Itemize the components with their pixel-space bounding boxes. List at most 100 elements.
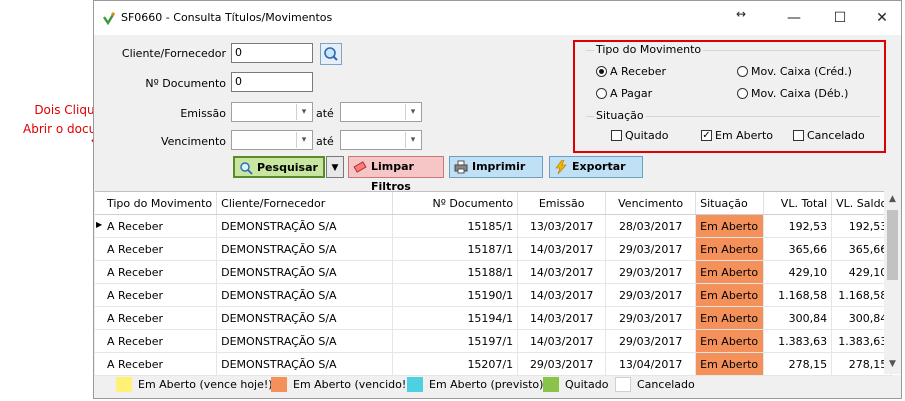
table-row[interactable]: A Receber DEMONSTRAÇÃO S/A 15190/1 14/03/20… bbox=[95, 283, 893, 307]
quitado-label: Quitado bbox=[625, 129, 669, 142]
em-aberto-label: Em Aberto bbox=[715, 129, 774, 142]
cell-tipo: A Receber bbox=[95, 260, 218, 284]
table-row[interactable]: A Receber DEMONSTRAÇÃO S/A 15185/1 13/03/20… bbox=[95, 214, 893, 238]
vencimento-to-select[interactable]: ▾ bbox=[340, 130, 422, 150]
results-table: Tipo do Movimento Cliente/Fornecedor Nº … bbox=[95, 192, 893, 376]
col-tipo-movimento[interactable]: Tipo do Movimento bbox=[95, 192, 218, 215]
pesquisar-dropdown-button[interactable]: ▼ bbox=[326, 156, 344, 178]
legend-swatch bbox=[615, 377, 631, 392]
mov-caixa-deb-label: Mov. Caixa (Déb.) bbox=[751, 87, 849, 100]
cell-tipo: A Receber bbox=[95, 214, 218, 238]
cell-documento: 15190/1 bbox=[392, 283, 519, 307]
resize-icon[interactable]: ↔ bbox=[721, 1, 761, 35]
imprimir-label: Imprimir bbox=[472, 160, 526, 173]
col-vl-total[interactable]: VL. Total bbox=[763, 192, 833, 215]
col-emissao[interactable]: Emissão bbox=[517, 192, 607, 215]
limpar-filtros-label: Limpar Filtros bbox=[371, 160, 414, 193]
cell-vencimento: 29/03/2017 bbox=[605, 306, 697, 330]
col-vencimento[interactable]: Vencimento bbox=[605, 192, 697, 215]
imprimir-button[interactable]: Imprimir bbox=[449, 156, 543, 178]
a-receber-label: A Receber bbox=[610, 65, 667, 78]
scroll-thumb[interactable] bbox=[887, 210, 898, 280]
legend-label: Cancelado bbox=[637, 378, 695, 391]
cell-emissao: 14/03/2017 bbox=[517, 329, 607, 353]
pesquisar-label: Pesquisar bbox=[257, 161, 318, 174]
situacao-title: Situação bbox=[594, 109, 646, 122]
emissao-to-select[interactable]: ▾ bbox=[340, 102, 422, 122]
exportar-label: Exportar bbox=[572, 160, 626, 173]
table-row[interactable]: A Receber DEMONSTRAÇÃO S/A 15187/1 14/03/20… bbox=[95, 237, 893, 261]
cell-documento: 15188/1 bbox=[392, 260, 519, 284]
close-button[interactable]: ✕ bbox=[862, 1, 902, 35]
pesquisar-button[interactable]: Pesquisar bbox=[233, 156, 325, 178]
grid-vertical-scrollbar[interactable]: ▲ ▼ bbox=[884, 191, 901, 374]
legend-label: Em Aberto (vencido!) bbox=[293, 378, 411, 391]
emissao-from-select[interactable]: ▾ bbox=[231, 102, 313, 122]
cell-situacao: Em Aberto bbox=[695, 260, 765, 284]
cell-cliente: DEMONSTRAÇÃO S/A bbox=[216, 352, 394, 376]
cell-vl-saldo: 1.383,63 bbox=[831, 329, 893, 353]
cell-documento: 15185/1 bbox=[392, 214, 519, 238]
legend-swatch bbox=[407, 377, 423, 392]
emissao-ate-label: até bbox=[316, 107, 334, 120]
a-pagar-label: A Pagar bbox=[610, 87, 653, 100]
radio-mov-caixa-deb[interactable] bbox=[737, 88, 748, 99]
col-vl-saldo[interactable]: VL. Saldo bbox=[831, 192, 893, 215]
cell-vl-total: 429,10 bbox=[763, 260, 833, 284]
cliente-search-button[interactable] bbox=[320, 43, 342, 65]
search-icon bbox=[240, 162, 253, 175]
cell-vencimento: 29/03/2017 bbox=[605, 329, 697, 353]
minimize-button[interactable]: — bbox=[774, 1, 814, 35]
checkbox-quitado[interactable] bbox=[611, 130, 622, 141]
cell-situacao: Em Aberto bbox=[695, 237, 765, 261]
scroll-down-icon[interactable]: ▼ bbox=[884, 356, 901, 373]
checkbox-em-aberto[interactable]: ✓ bbox=[701, 130, 712, 141]
cell-tipo: A Receber bbox=[95, 283, 218, 307]
legend-label: Em Aberto (vence hoje!) bbox=[138, 378, 273, 391]
cell-documento: 15194/1 bbox=[392, 306, 519, 330]
cell-vl-saldo: 192,53 bbox=[831, 214, 893, 238]
cell-cliente: DEMONSTRAÇÃO S/A bbox=[216, 283, 394, 307]
cell-emissao: 13/03/2017 bbox=[517, 214, 607, 238]
documento-input[interactable]: 0 bbox=[231, 72, 313, 92]
cell-cliente: DEMONSTRAÇÃO S/A bbox=[216, 260, 394, 284]
exportar-button[interactable]: Exportar bbox=[549, 156, 643, 178]
radio-a-pagar[interactable] bbox=[596, 88, 607, 99]
cell-vencimento: 29/03/2017 bbox=[605, 283, 697, 307]
table-row[interactable]: A Receber DEMONSTRAÇÃO S/A 15207/1 29/03/20… bbox=[95, 352, 893, 376]
maximize-button[interactable]: ☐ bbox=[820, 1, 860, 35]
radio-a-receber[interactable] bbox=[596, 66, 607, 77]
cell-vl-saldo: 365,66 bbox=[831, 237, 893, 261]
limpar-filtros-button[interactable]: Limpar Filtros bbox=[348, 156, 444, 193]
lightning-icon bbox=[555, 160, 567, 174]
cell-emissao: 14/03/2017 bbox=[517, 260, 607, 284]
cliente-input[interactable]: 0 bbox=[231, 43, 313, 63]
cell-situacao: Em Aberto bbox=[695, 352, 765, 376]
col-situacao[interactable]: Situação bbox=[695, 192, 765, 215]
checkbox-cancelado[interactable] bbox=[793, 130, 804, 141]
cell-cliente: DEMONSTRAÇÃO S/A bbox=[216, 237, 394, 261]
table-row[interactable]: A Receber DEMONSTRAÇÃO S/A 15188/1 14/03/20… bbox=[95, 260, 893, 284]
cell-vl-total: 1.383,63 bbox=[763, 329, 833, 353]
cell-cliente: DEMONSTRAÇÃO S/A bbox=[216, 214, 394, 238]
printer-icon bbox=[454, 160, 468, 174]
radio-mov-caixa-cred[interactable] bbox=[737, 66, 748, 77]
vencimento-ate-label: até bbox=[316, 135, 334, 148]
cell-emissao: 14/03/2017 bbox=[517, 306, 607, 330]
cancelado-label: Cancelado bbox=[807, 129, 865, 142]
cell-emissao: 14/03/2017 bbox=[517, 237, 607, 261]
table-row[interactable]: A Receber DEMONSTRAÇÃO S/A 15194/1 14/03/20… bbox=[95, 306, 893, 330]
cell-documento: 15187/1 bbox=[392, 237, 519, 261]
cell-tipo: A Receber bbox=[95, 352, 218, 376]
table-row[interactable]: A Receber DEMONSTRAÇÃO S/A 15197/1 14/03/20… bbox=[95, 329, 893, 353]
cell-vencimento: 28/03/2017 bbox=[605, 214, 697, 238]
scroll-up-icon[interactable]: ▲ bbox=[884, 191, 901, 208]
cell-vl-saldo: 278,15 bbox=[831, 352, 893, 376]
col-documento[interactable]: Nº Documento bbox=[392, 192, 519, 215]
col-cliente-fornecedor[interactable]: Cliente/Fornecedor bbox=[216, 192, 394, 215]
cell-vl-saldo: 1.168,58 bbox=[831, 283, 893, 307]
chevron-down-icon: ▾ bbox=[405, 132, 420, 148]
legend-label: Quitado bbox=[565, 378, 609, 391]
vencimento-from-select[interactable]: ▾ bbox=[231, 130, 313, 150]
cell-cliente: DEMONSTRAÇÃO S/A bbox=[216, 306, 394, 330]
